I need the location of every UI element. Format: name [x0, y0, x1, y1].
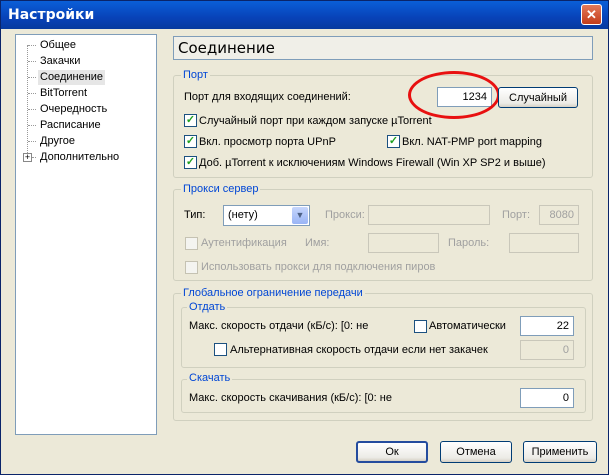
proxy-username-input[interactable] [368, 233, 439, 253]
close-icon: ✕ [586, 7, 597, 22]
firewall-checkbox[interactable]: ✓ [184, 156, 197, 169]
download-group-legend: Скачать [187, 372, 233, 385]
proxy-type-label: Тип: [184, 209, 206, 221]
ok-button[interactable]: Ок [356, 441, 428, 463]
title-bar[interactable]: Настройки ✕ [1, 1, 608, 29]
proxy-password-input[interactable] [509, 233, 579, 253]
settings-window: Настройки ✕ Общее Закачки Соединение Bit… [0, 0, 609, 475]
download-max-label: Макс. скорость скачивания (кБ/с): [0: не [189, 392, 392, 404]
alt-upload-checkbox[interactable] [214, 343, 227, 356]
expand-icon[interactable]: + [23, 153, 32, 162]
tree-connector [28, 141, 36, 142]
alt-upload-input[interactable]: 0 [520, 340, 574, 360]
upnp-label: Вкл. просмотр порта UPnP [199, 136, 336, 148]
proxy-port-input[interactable]: 8080 [539, 205, 579, 225]
upload-max-input[interactable]: 22 [520, 316, 574, 336]
natpmp-label: Вкл. NAT-PMP port mapping [402, 136, 542, 148]
tree-connector [28, 109, 36, 110]
tree-item-other[interactable]: Другое [38, 134, 77, 149]
proxy-host-label: Прокси: [325, 209, 365, 221]
upload-max-label: Макс. скорость отдачи (кБ/с): [0: не [189, 320, 369, 332]
random-port-button[interactable]: Случайный [498, 87, 578, 108]
incoming-port-label: Порт для входящих соединений: [184, 91, 351, 103]
global-limit-legend: Глобальное ограничение передачи [181, 287, 365, 300]
tree-connector [32, 157, 36, 158]
tree-connector [28, 45, 36, 46]
page-title: Соединение [173, 36, 593, 60]
upnp-checkbox[interactable]: ✓ [184, 135, 197, 148]
tree-connector [28, 125, 36, 126]
proxy-type-value: (нету) [228, 209, 258, 221]
proxy-type-select[interactable]: (нету) ▼ [223, 205, 310, 226]
cancel-button[interactable]: Отмена [440, 441, 512, 463]
apply-button[interactable]: Применить [523, 441, 597, 463]
window-title: Настройки [8, 7, 95, 23]
tree-item-scheduler[interactable]: Расписание [38, 118, 103, 133]
alt-upload-label: Альтернативная скорость отдачи если нет … [230, 344, 488, 356]
close-button[interactable]: ✕ [581, 4, 602, 25]
proxy-peer-label: Использовать прокси для подключения пиро… [201, 261, 436, 273]
tree-item-general[interactable]: Общее [38, 38, 78, 53]
upload-auto-label: Автоматически [429, 320, 506, 332]
tree-connector [28, 61, 36, 62]
chevron-down-icon[interactable]: ▼ [292, 207, 308, 224]
natpmp-checkbox[interactable]: ✓ [387, 135, 400, 148]
proxy-port-label: Порт: [502, 209, 530, 221]
tree-item-queueing[interactable]: Очередность [38, 102, 109, 117]
firewall-label: Доб. µTorrent к исключениям Windows Fire… [199, 157, 546, 169]
settings-tree: Общее Закачки Соединение BitTorrent Очер… [15, 34, 157, 435]
proxy-peer-checkbox[interactable] [185, 261, 198, 274]
proxy-username-label: Имя: [305, 237, 330, 249]
proxy-group-legend: Прокси сервер [181, 183, 261, 196]
upload-auto-checkbox[interactable] [414, 320, 427, 333]
proxy-password-label: Пароль: [448, 237, 490, 249]
random-port-checkbox[interactable]: ✓ [184, 114, 197, 127]
tree-item-downloads[interactable]: Закачки [38, 54, 82, 69]
download-max-input[interactable]: 0 [520, 388, 574, 408]
random-port-label: Случайный порт при каждом запуске µTorre… [199, 115, 432, 127]
tree-item-bittorrent[interactable]: BitTorrent [38, 86, 89, 101]
proxy-host-input[interactable] [368, 205, 490, 225]
port-group-legend: Порт [181, 69, 210, 82]
tree-item-advanced[interactable]: Дополнительно [38, 150, 121, 165]
upload-group-legend: Отдать [187, 301, 228, 314]
tree-connector [28, 77, 36, 78]
tree-connector [28, 93, 36, 94]
proxy-auth-label: Аутентификация [201, 237, 287, 249]
red-circle-annotation [408, 71, 500, 119]
proxy-auth-checkbox[interactable] [185, 237, 198, 250]
tree-item-connection[interactable]: Соединение [38, 70, 106, 85]
